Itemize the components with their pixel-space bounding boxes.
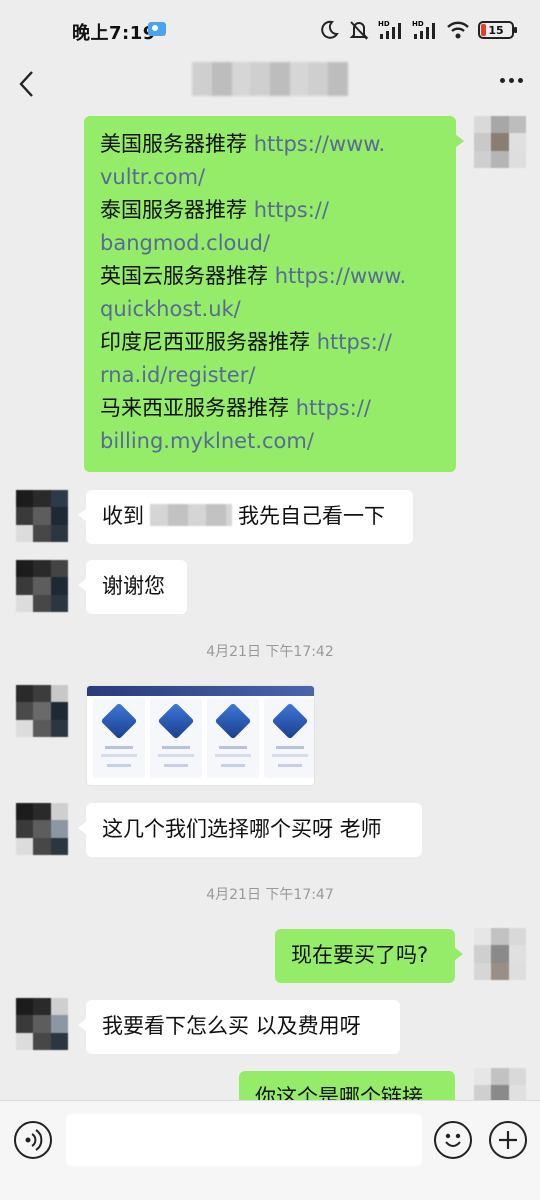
msg-line: bangmod.cloud/ <box>100 227 440 260</box>
msg-text: 收到 <box>102 504 144 528</box>
message-input[interactable] <box>66 1114 422 1166</box>
battery-icon: 15 <box>478 21 517 39</box>
more-icon[interactable] <box>496 68 526 92</box>
status-bar: 晚上7:19 HD HD 15 <box>0 0 540 58</box>
message-received[interactable]: 我要看下怎么买 以及费用呀 <box>78 1000 400 1054</box>
link[interactable]: bangmod.cloud/ <box>100 231 270 255</box>
link[interactable]: rna.id/register/ <box>100 363 255 387</box>
svg-text:HD: HD <box>412 20 424 28</box>
plus-icon[interactable] <box>489 1121 527 1159</box>
timestamp: 4月21日 下午17:47 <box>206 887 334 903</box>
link[interactable]: vultr.com/ <box>100 165 205 189</box>
msg-line: 马来西亚服务器推荐 https:// <box>100 396 371 420</box>
timestamp: 4月21日 下午17:42 <box>206 644 334 660</box>
avatar-contact[interactable] <box>16 685 68 737</box>
link[interactable]: https://www. <box>254 132 386 156</box>
link[interactable]: https:// <box>254 198 329 222</box>
msg-line: billing.myklnet.com/ <box>100 425 440 458</box>
msg-line: rna.id/register/ <box>100 359 440 392</box>
plus-sign-icon <box>499 1131 517 1149</box>
voice-waves-icon <box>25 1129 43 1151</box>
message-received[interactable]: 这几个我们选择哪个买呀 老师 <box>78 803 422 857</box>
msg-line: 英国云服务器推荐 https://www. <box>100 264 407 288</box>
emoji-icon[interactable] <box>434 1121 472 1159</box>
voice-icon[interactable] <box>14 1121 52 1159</box>
link[interactable]: billing.myklnet.com/ <box>100 429 314 453</box>
chat-title-redacted <box>192 62 348 96</box>
avatar-self[interactable] <box>474 928 526 980</box>
avatar-self[interactable] <box>474 116 526 168</box>
avatar-contact[interactable] <box>16 490 68 542</box>
link[interactable]: quickhost.uk/ <box>100 297 241 321</box>
avatar-contact[interactable] <box>16 803 68 855</box>
product-card <box>93 698 145 778</box>
status-icons: HD HD 15 <box>318 18 517 42</box>
message-received[interactable]: 谢谢您 <box>78 560 187 614</box>
status-time: 晚上7:19 <box>72 23 156 44</box>
image-header-strip <box>87 686 314 696</box>
msg-line: 泰国服务器推荐 https:// <box>100 198 329 222</box>
msg-line: 印度尼西亚服务器推荐 https:// <box>100 330 392 354</box>
signal-2-icon: HD <box>412 20 435 39</box>
svg-text:HD: HD <box>378 20 390 28</box>
do-not-disturb-icon <box>321 20 339 39</box>
mute-icon <box>349 21 369 40</box>
msg-text: 现在要买了吗? <box>291 943 429 967</box>
msg-text: 这几个我们选择哪个买呀 老师 <box>102 817 382 841</box>
redacted-name <box>150 504 232 526</box>
msg-text: 谢谢您 <box>102 574 165 598</box>
smile-face-icon <box>445 1133 461 1147</box>
battery-level: 15 <box>488 23 504 37</box>
back-arrow-icon[interactable] <box>14 64 42 104</box>
signal-1-icon: HD <box>378 20 401 39</box>
weather-icon <box>148 22 166 36</box>
message-received[interactable]: 收到 我先自己看一下 <box>78 490 413 544</box>
product-card <box>150 698 202 778</box>
msg-line: vultr.com/ <box>100 161 440 194</box>
message-server-list[interactable]: 美国服务器推荐 https://www. vultr.com/ 泰国服务器推荐 … <box>84 116 464 472</box>
message-sent[interactable]: 现在要买了吗? <box>275 929 463 983</box>
product-card <box>264 698 314 778</box>
wifi-icon <box>447 21 469 39</box>
msg-text: 我要看下怎么买 以及费用呀 <box>102 1014 361 1038</box>
link[interactable]: https:// <box>317 330 392 354</box>
msg-text: 我先自己看一下 <box>238 504 385 528</box>
link[interactable]: https://www. <box>275 264 407 288</box>
chat-header <box>0 58 540 110</box>
image-message[interactable] <box>86 685 315 786</box>
avatar-contact[interactable] <box>16 560 68 612</box>
msg-line: quickhost.uk/ <box>100 293 440 326</box>
msg-line: 美国服务器推荐 https://www. <box>100 132 386 156</box>
product-card <box>207 698 259 778</box>
avatar-contact[interactable] <box>16 998 68 1050</box>
input-bar <box>0 1100 540 1200</box>
link[interactable]: https:// <box>296 396 371 420</box>
